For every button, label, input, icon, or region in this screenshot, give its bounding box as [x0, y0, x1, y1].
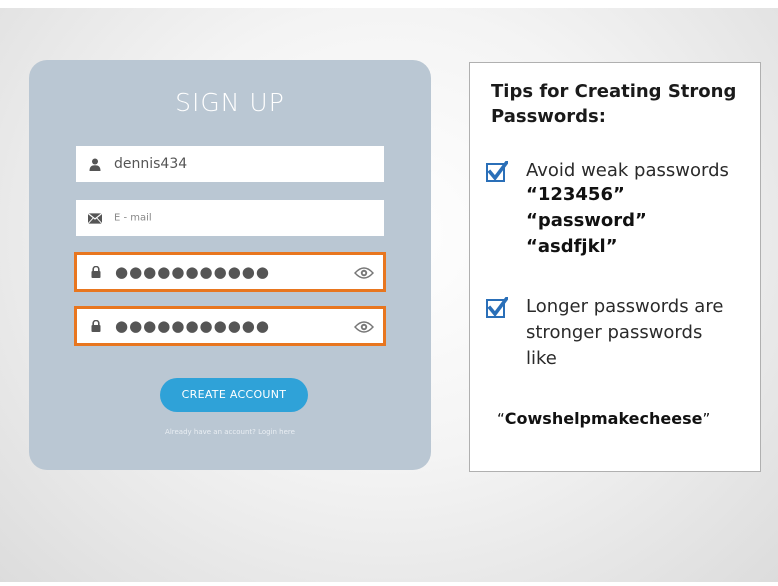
login-link[interactable]: Already have an account? Login here — [29, 428, 431, 436]
tips-card: Tips for Creating Strong Passwords: Avoi… — [469, 62, 761, 472]
tip2-line: stronger passwords — [526, 322, 703, 343]
example-word: Cowshelpmakecheese — [504, 409, 703, 428]
bottom-border — [0, 582, 778, 586]
eye-icon[interactable] — [354, 265, 374, 279]
confirm-password-mask: ●●●●●●●●●●● — [115, 317, 270, 335]
envelope-icon — [88, 211, 102, 225]
checkbox-checked-icon — [486, 295, 510, 319]
strong-password-example: “Cowshelpmakecheese” — [497, 409, 710, 428]
username-field[interactable]: dennis434 — [76, 146, 384, 182]
checkbox-checked-icon — [486, 159, 510, 183]
signup-title: SIGN UP — [175, 88, 285, 117]
lock-icon — [89, 319, 103, 333]
eye-icon[interactable] — [354, 319, 374, 333]
weak-example: “asdfjkl” — [526, 236, 618, 257]
lock-icon — [89, 265, 103, 279]
tip1-text: Avoid weak passwords — [526, 160, 729, 181]
password-field[interactable]: ●●●●●●●●●●● — [74, 252, 386, 292]
create-account-button[interactable]: CREATE ACCOUNT — [160, 378, 308, 412]
email-field[interactable]: E - mail — [76, 200, 384, 236]
signup-card: SIGN UP dennis434 E - mail ●●●●●●●●●●● ●… — [29, 60, 431, 470]
email-placeholder: E - mail — [114, 212, 152, 224]
confirm-password-field[interactable]: ●●●●●●●●●●● — [74, 306, 386, 346]
top-border — [0, 0, 778, 8]
example-close-quote: ” — [702, 410, 711, 428]
tip2-line: Longer passwords are — [526, 296, 724, 317]
user-icon — [88, 157, 102, 171]
weak-example: “123456” — [526, 184, 625, 205]
password-mask: ●●●●●●●●●●● — [115, 263, 270, 281]
username-value: dennis434 — [114, 156, 188, 172]
tips-heading: Tips for Creating Strong Passwords: — [491, 79, 751, 129]
tip2-line: like — [526, 348, 557, 369]
weak-example: “password” — [526, 210, 647, 231]
tips-heading-line2: Passwords: — [491, 106, 606, 127]
example-open-quote: “ — [497, 410, 505, 428]
tips-heading-line1: Tips for Creating Strong — [491, 81, 737, 102]
